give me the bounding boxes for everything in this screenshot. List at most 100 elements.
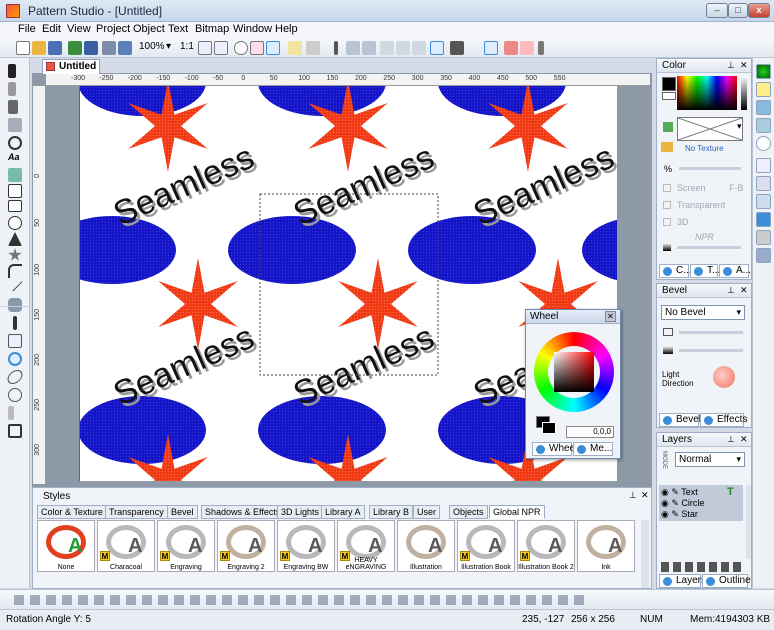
grid-snap-icon[interactable]: [504, 41, 518, 55]
style-tab-7[interactable]: User: [413, 505, 441, 519]
style-tab-5[interactable]: Library A: [321, 505, 365, 519]
polygon-tool-icon[interactable]: [8, 232, 22, 246]
styles-close-icon[interactable]: ✕: [641, 490, 649, 501]
star-tool-icon[interactable]: [8, 248, 22, 261]
close-button[interactable]: x: [748, 3, 770, 18]
wheel-tab[interactable]: Wheel: [532, 442, 577, 456]
tab-a[interactable]: A...: [719, 264, 751, 278]
skew-tool-icon[interactable]: [5, 370, 25, 384]
pin-icon[interactable]: ⊥: [727, 60, 735, 71]
bevel-pin-icon[interactable]: ⊥: [727, 285, 735, 296]
actual-size-button[interactable]: 1:1: [180, 41, 194, 52]
style-thumb[interactable]: A Ink: [577, 520, 635, 572]
align-icon[interactable]: [346, 41, 360, 55]
zoom-dropdown-icon[interactable]: ▾: [166, 41, 171, 52]
ellipse-shape[interactable]: [582, 216, 617, 284]
navigator-dock-icon[interactable]: [756, 212, 771, 227]
style-thumb[interactable]: A M Characoal: [97, 520, 155, 572]
style-tab-1[interactable]: Transparency: [105, 505, 168, 519]
maximize-button[interactable]: □: [728, 3, 748, 18]
style-thumb[interactable]: A M Illustration Book 2: [517, 520, 575, 572]
arrow-tool-icon[interactable]: [8, 64, 16, 78]
fill-tool-icon[interactable]: [8, 334, 22, 348]
style-tab-8[interactable]: Objects: [449, 505, 488, 519]
tab-outline[interactable]: Outline: [702, 574, 751, 588]
save-icon[interactable]: [48, 41, 62, 55]
import-icon[interactable]: [68, 41, 82, 55]
panel-close-icon[interactable]: ✕: [740, 60, 748, 71]
ellipse-tool-icon[interactable]: [8, 216, 22, 230]
texture-dropdown-icon[interactable]: ▾: [737, 121, 742, 132]
ungroup-icon[interactable]: [396, 41, 410, 55]
zoom-tool-icon[interactable]: [8, 136, 22, 150]
opacity-slider[interactable]: [679, 167, 741, 170]
minimize-button[interactable]: –: [706, 3, 728, 18]
mixer-tab[interactable]: Me...: [573, 442, 613, 456]
rotate-tool-icon[interactable]: [8, 352, 22, 366]
tab-bevel[interactable]: Bevel: [659, 413, 701, 427]
bevel-close-icon[interactable]: ✕: [740, 285, 748, 296]
style-tab-3[interactable]: Shadows & Effects: [201, 505, 285, 519]
bevel-depth-slider[interactable]: [679, 349, 743, 352]
tab-texture[interactable]: T...: [690, 264, 720, 278]
layers-close-icon[interactable]: ✕: [740, 434, 748, 445]
style-tab-4[interactable]: 3D Lights: [277, 505, 324, 519]
bevel-dock-icon[interactable]: [756, 118, 771, 133]
foreground-swatch[interactable]: [662, 77, 676, 91]
envelope-tool-icon[interactable]: [8, 388, 22, 402]
styles-dock-icon[interactable]: [756, 194, 771, 209]
distribute-icon[interactable]: [362, 41, 376, 55]
order-icon[interactable]: [412, 41, 426, 55]
transparency-dock-icon[interactable]: [756, 100, 771, 115]
open-texture-icon[interactable]: [661, 142, 673, 152]
bevel-width-slider[interactable]: [679, 331, 743, 334]
circle-tool-icon[interactable]: [234, 41, 248, 55]
toolbar-overflow-icon[interactable]: [538, 41, 544, 55]
layer-item-circle[interactable]: ◉ ✎ Circle: [661, 498, 704, 509]
layer-item-text[interactable]: ◉ ✎ Text: [661, 487, 698, 498]
three-d-checkbox[interactable]: [663, 218, 671, 226]
tab-color[interactable]: C...: [659, 264, 692, 278]
style-tab-6[interactable]: Library B: [369, 505, 414, 519]
stamp-icon[interactable]: [450, 41, 464, 55]
curve-tool-icon[interactable]: [8, 264, 22, 278]
npr-slider[interactable]: [677, 246, 741, 249]
rectangle-tool-icon[interactable]: [8, 184, 22, 198]
style-tab-0[interactable]: Color & Texture: [37, 505, 107, 519]
transparent-checkbox[interactable]: [663, 201, 671, 209]
ellipse-shape[interactable]: [408, 216, 536, 284]
pen-tool-icon[interactable]: [8, 82, 16, 96]
menu-text[interactable]: Text: [168, 23, 188, 35]
wheel-titlebar[interactable]: Wheel ✕: [526, 310, 620, 324]
export-icon[interactable]: [84, 41, 98, 55]
style-thumb[interactable]: A M Engraving 2: [217, 520, 275, 572]
style-thumb[interactable]: A Illustration: [397, 520, 455, 572]
style-tab-2[interactable]: Bevel: [167, 505, 198, 519]
screen-checkbox[interactable]: [663, 184, 671, 192]
layer-item-star[interactable]: ◉ ✎ Star: [661, 509, 698, 520]
layers-pin-icon[interactable]: ⊥: [727, 434, 735, 445]
open-icon[interactable]: [32, 41, 46, 55]
objects-dock-icon[interactable]: [756, 176, 771, 191]
new-icon[interactable]: [16, 41, 30, 55]
menu-file[interactable]: File: [18, 23, 36, 35]
tab-layers[interactable]: Layers: [659, 574, 706, 588]
rect-tool-icon[interactable]: [8, 200, 22, 212]
background-swatch[interactable]: [662, 92, 676, 100]
menu-view[interactable]: View: [67, 23, 91, 35]
group-icon[interactable]: [380, 41, 394, 55]
node-tool-icon[interactable]: [8, 100, 18, 114]
styles-pin-icon[interactable]: ⊥: [629, 490, 637, 501]
select-frame-icon[interactable]: [430, 41, 444, 55]
texture-preview[interactable]: [677, 117, 743, 141]
color-readout[interactable]: 0,0,0: [566, 426, 614, 438]
wheel-bg-swatch[interactable]: [542, 422, 556, 434]
tab-effects[interactable]: Effects: [700, 413, 747, 427]
crop-tool-icon[interactable]: [8, 424, 22, 438]
object-tools[interactable]: [14, 595, 589, 605]
texture-dock-icon[interactable]: [756, 82, 771, 97]
saturation-square[interactable]: [554, 352, 594, 392]
line-tool-icon[interactable]: [7, 276, 23, 292]
layers-scrollbar[interactable]: [746, 485, 751, 559]
picker-icon[interactable]: [334, 41, 338, 55]
